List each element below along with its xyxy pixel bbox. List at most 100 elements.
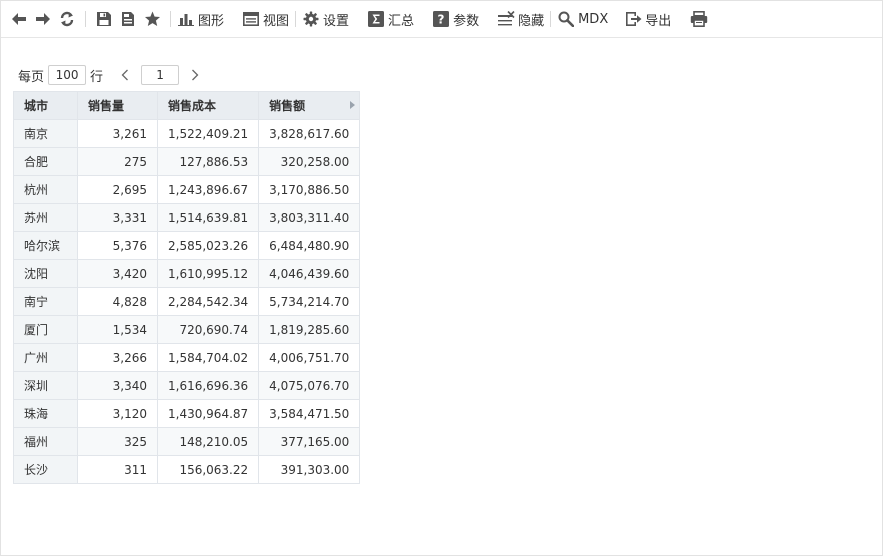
cell-sales-amount: 4,075,076.70 [258, 371, 361, 400]
per-page-label: 每页 [18, 69, 45, 85]
bar-chart-icon [177, 10, 195, 28]
page-size-input[interactable]: 100 [48, 65, 87, 85]
toolbar-separator [550, 11, 552, 27]
cell-sales-amount: 5,734,214.70 [258, 287, 361, 316]
cell-sales-qty: 2,695 [77, 175, 158, 204]
toolbar: 图形 视图 设置 汇总 ? 参数 隐藏 MDX 导出 [1, 1, 882, 38]
page-number-input[interactable]: 1 [141, 65, 180, 85]
parameters-button[interactable]: ? 参数 [432, 7, 479, 31]
cell-city: 哈尔滨 [13, 231, 78, 260]
sales-table: 城市 销售量 销售成本 销售额 南京 3,261 1,522,409.21 3,… [13, 91, 361, 484]
rows-label: 行 [90, 69, 104, 85]
table-row: 珠海 3,120 1,430,964.87 3,584,471.50 [13, 399, 361, 428]
header-sales-cost[interactable]: 销售成本 [156, 91, 260, 120]
table-row: 长沙 311 156,063.22 391,303.00 [13, 455, 361, 484]
prev-page-icon[interactable] [117, 66, 133, 84]
table-row: 深圳 3,340 1,616,696.36 4,075,076.70 [13, 371, 361, 400]
print-icon[interactable] [687, 7, 711, 31]
view-button[interactable]: 视图 [242, 7, 289, 31]
cell-sales-cost: 1,514,639.81 [156, 203, 260, 232]
parameters-label: 参数 [453, 13, 480, 29]
cell-sales-amount: 377,165.00 [258, 427, 361, 456]
export-icon [624, 10, 642, 28]
mdx-label: MDX [578, 11, 609, 27]
forward-arrow-icon[interactable] [31, 7, 55, 31]
header-city[interactable]: 城市 [13, 91, 78, 120]
cell-sales-qty: 5,376 [77, 231, 158, 260]
cell-sales-qty: 1,534 [77, 315, 158, 344]
column-expand-icon[interactable] [350, 101, 356, 109]
table-row: 广州 3,266 1,584,704.02 4,006,751.70 [13, 343, 361, 372]
settings-button[interactable]: 设置 [302, 7, 349, 31]
favorite-star-icon[interactable] [140, 7, 164, 31]
sigma-icon [367, 10, 385, 28]
refresh-icon[interactable] [55, 7, 79, 31]
cell-sales-qty: 3,120 [77, 399, 158, 428]
gear-icon [302, 10, 320, 28]
hide-label: 隐藏 [518, 13, 545, 29]
export-button[interactable]: 导出 [624, 7, 671, 31]
search-icon [557, 10, 575, 28]
svg-text:?: ? [438, 13, 445, 27]
export-label: 导出 [645, 13, 672, 29]
chart-label: 图形 [198, 13, 225, 29]
cell-sales-amount: 3,828,617.60 [258, 119, 361, 148]
view-label: 视图 [263, 13, 290, 29]
cell-sales-cost: 127,886.53 [156, 147, 260, 176]
table-row: 苏州 3,331 1,514,639.81 3,803,311.40 [13, 203, 361, 232]
cell-sales-cost: 2,284,542.34 [156, 287, 260, 316]
cell-sales-cost: 1,522,409.21 [156, 119, 260, 148]
cell-sales-qty: 4,828 [77, 287, 158, 316]
cell-city: 南京 [13, 119, 78, 148]
table-row: 南宁 4,828 2,284,542.34 5,734,214.70 [13, 287, 361, 316]
toolbar-separator [295, 11, 297, 27]
cell-city: 珠海 [13, 399, 78, 428]
save-as-icon[interactable] [116, 7, 140, 31]
back-arrow-icon[interactable] [7, 7, 31, 31]
cell-sales-amount: 391,303.00 [258, 455, 361, 484]
question-mark-icon: ? [432, 10, 450, 28]
table-row: 合肥 275 127,886.53 320,258.00 [13, 147, 361, 176]
cell-sales-cost: 156,063.22 [156, 455, 260, 484]
cell-sales-amount: 6,484,480.90 [258, 231, 361, 260]
summary-button[interactable]: 汇总 [367, 7, 414, 31]
cell-sales-qty: 3,261 [77, 119, 158, 148]
cell-city: 长沙 [13, 455, 78, 484]
hide-button[interactable]: 隐藏 [497, 7, 544, 31]
cell-city: 广州 [13, 343, 78, 372]
cell-city: 合肥 [13, 147, 78, 176]
next-page-icon[interactable] [187, 66, 203, 84]
cell-sales-cost: 2,585,023.26 [156, 231, 260, 260]
cell-city: 厦门 [13, 315, 78, 344]
header-sales-qty[interactable]: 销售量 [77, 91, 158, 120]
hide-rows-icon [497, 10, 515, 28]
save-icon[interactable] [92, 7, 116, 31]
cell-city: 杭州 [13, 175, 78, 204]
cell-city: 沈阳 [13, 259, 78, 288]
cell-sales-qty: 3,340 [77, 371, 158, 400]
cell-sales-cost: 1,616,696.36 [156, 371, 260, 400]
table-row: 沈阳 3,420 1,610,995.12 4,046,439.60 [13, 259, 361, 288]
cell-sales-amount: 3,803,311.40 [258, 203, 361, 232]
cell-sales-qty: 325 [77, 427, 158, 456]
header-sales-amount[interactable]: 销售额 [258, 91, 361, 120]
view-table-icon [242, 10, 260, 28]
cell-sales-qty: 3,420 [77, 259, 158, 288]
cell-city: 深圳 [13, 371, 78, 400]
settings-label: 设置 [323, 13, 350, 29]
cell-sales-cost: 720,690.74 [156, 315, 260, 344]
chart-button[interactable]: 图形 [177, 7, 224, 31]
pagination-bar: 每页 100 行 1 [18, 65, 203, 85]
cell-sales-qty: 3,331 [77, 203, 158, 232]
cell-sales-qty: 3,266 [77, 343, 158, 372]
header-sales-amount-label: 销售额 [269, 99, 306, 113]
table-row: 杭州 2,695 1,243,896.67 3,170,886.50 [13, 175, 361, 204]
cell-sales-qty: 275 [77, 147, 158, 176]
table-row: 哈尔滨 5,376 2,585,023.26 6,484,480.90 [13, 231, 361, 260]
cell-city: 苏州 [13, 203, 78, 232]
table-row: 南京 3,261 1,522,409.21 3,828,617.60 [13, 119, 361, 148]
cell-sales-amount: 320,258.00 [258, 147, 361, 176]
cell-sales-cost: 1,610,995.12 [156, 259, 260, 288]
table-row: 厦门 1,534 720,690.74 1,819,285.60 [13, 315, 361, 344]
mdx-button[interactable]: MDX [557, 7, 608, 31]
